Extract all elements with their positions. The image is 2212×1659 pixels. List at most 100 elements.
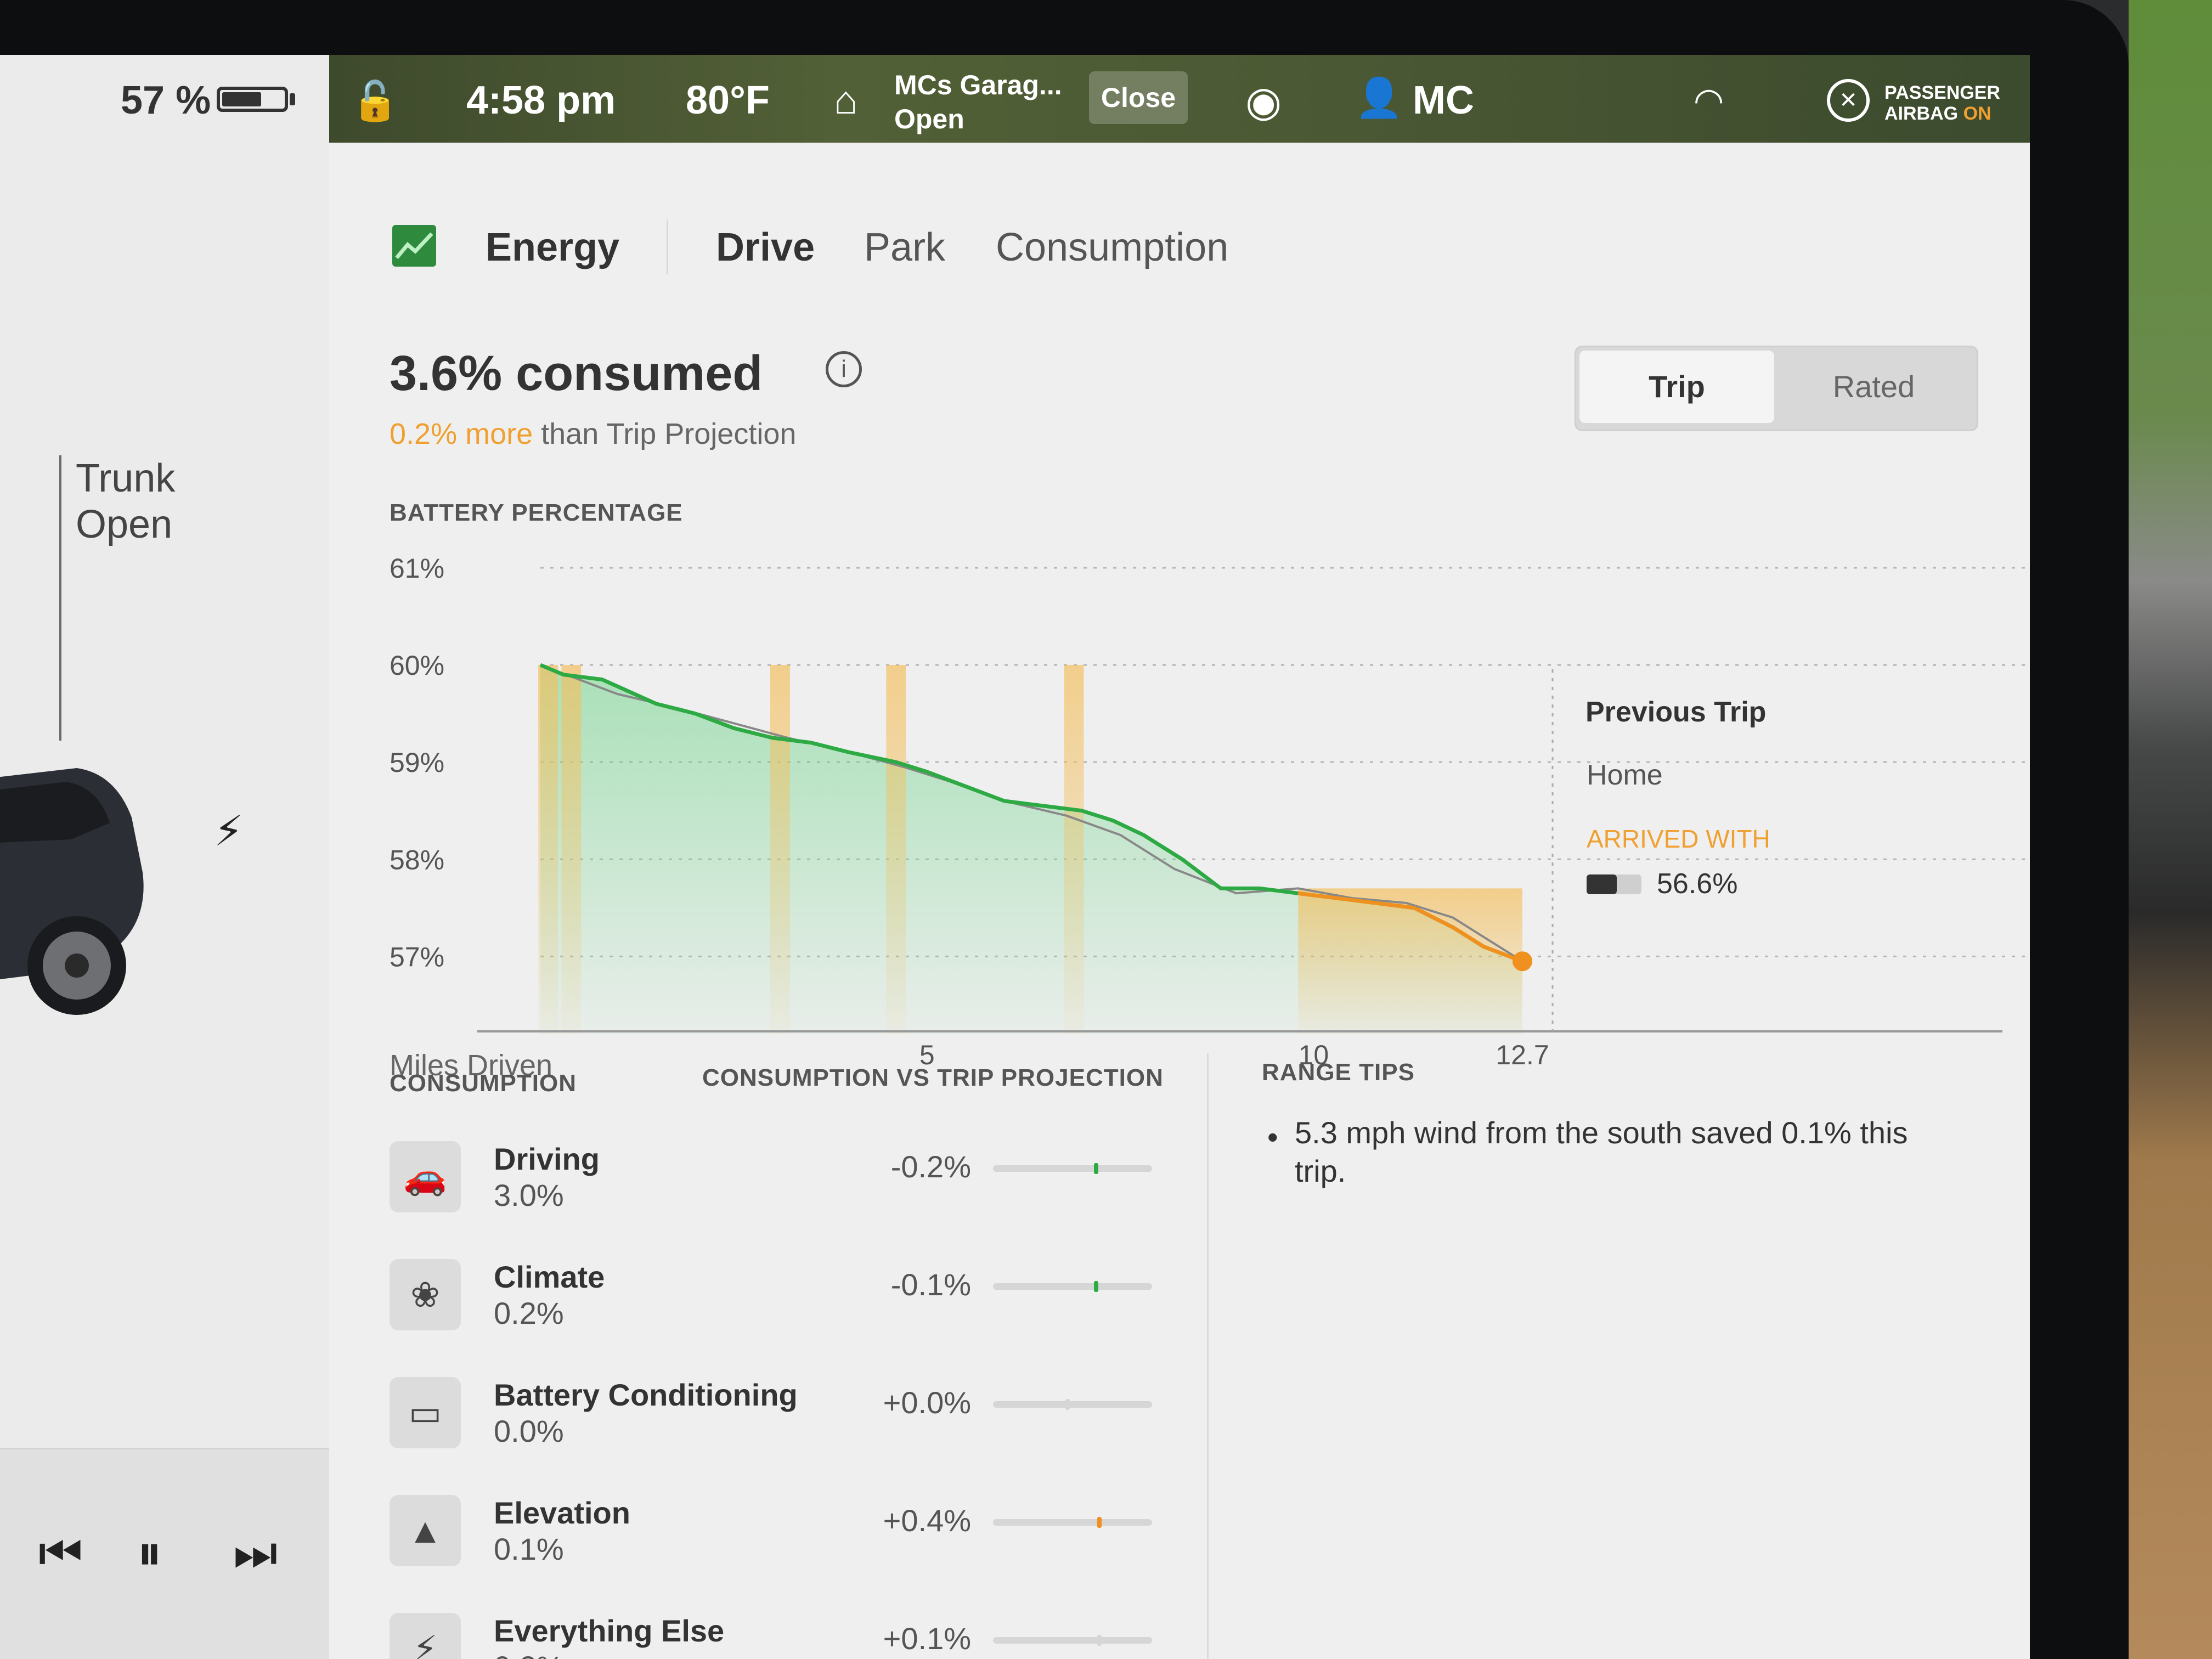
previous-trip-title: Previous Trip	[1585, 696, 1766, 728]
info-icon[interactable]: i	[826, 351, 862, 387]
consumption-row-percent: 0.2%	[494, 1296, 564, 1330]
previous-track-button[interactable]: ⏮	[38, 1525, 83, 1582]
battery-percentage-chart: 61%60%59%58%57% Miles Driven 5 10 12.7 Pre…	[390, 553, 2030, 1082]
passenger-airbag-icon: ✕	[1827, 79, 1870, 122]
car-icon: 🚗	[390, 1141, 461, 1212]
y-tick-label: 57%	[390, 941, 444, 972]
consumption-row-delta: +0.4%	[883, 1503, 971, 1538]
tab-consumption[interactable]: Consumption	[996, 225, 1228, 270]
consumption-row-tick	[1097, 1517, 1102, 1528]
consumption-row-tick	[1065, 1399, 1070, 1410]
battery-icon	[217, 87, 288, 112]
next-track-button[interactable]: ⏭	[233, 1525, 278, 1582]
column-divider	[1207, 1053, 1209, 1659]
garage-home-icon[interactable]: ⌂	[834, 78, 858, 123]
consumption-row-percent: 3.0%	[494, 1178, 564, 1212]
car-icon	[0, 768, 144, 1015]
battery-percent: 57 %	[121, 78, 211, 122]
passenger-airbag-status: PASSENGER AIRBAG ON	[1884, 82, 2000, 124]
arrived-battery-fill	[1587, 874, 1617, 894]
consumption-row-percent: 0.1%	[494, 1532, 564, 1566]
background-window-view	[2129, 0, 2212, 1659]
energy-app: Energy Drive Park Consumption 3.6% consu…	[329, 143, 2030, 1659]
tab-park[interactable]: Park	[864, 225, 945, 270]
consumption-row-bar	[993, 1281, 1152, 1292]
consumption-row-name: Everything Else	[494, 1613, 725, 1648]
consumption-row-bar	[993, 1517, 1152, 1528]
toggle-rated-button[interactable]: Rated	[1776, 351, 1971, 423]
projection-difference: 0.2% more	[390, 417, 533, 450]
trip-rated-toggle: Trip Rated	[1575, 346, 1978, 431]
airbag-state-prefix: AIRBAG	[1884, 103, 1959, 124]
y-tick-label: 58%	[390, 844, 444, 875]
garage-state: Open	[894, 104, 964, 134]
charging-bolt-icon: ⚡	[214, 808, 244, 855]
consumption-heading: CONSUMPTION	[390, 1070, 577, 1097]
consumption-row-delta: +0.0%	[883, 1385, 971, 1420]
consumption-vs-projection-heading: CONSUMPTION VS TRIP PROJECTION	[702, 1064, 1164, 1091]
consumption-row-percent: 0.0%	[494, 1414, 564, 1448]
user-profile-icon[interactable]: 👤	[1355, 76, 1403, 121]
consumption-row-bar	[993, 1163, 1152, 1174]
consumed-summary: 3.6% consumed	[390, 346, 763, 401]
previous-trip-destination: Home	[1587, 759, 1663, 791]
battery-icon: ▭	[390, 1377, 461, 1448]
chart-y-axis-title: BATTERY PERCENTAGE	[390, 499, 683, 526]
toggle-trip-button[interactable]: Trip	[1579, 351, 1774, 423]
clock: 4:58 pm	[466, 78, 616, 122]
consumption-row-tick	[1094, 1163, 1099, 1174]
battery-fill	[222, 92, 261, 106]
consumption-row-name: Climate	[494, 1260, 605, 1294]
range-tips-heading: RANGE TIPS	[1262, 1059, 1415, 1086]
consumption-row-bar	[993, 1399, 1152, 1410]
orange-band	[538, 665, 558, 1034]
airbag-state-value: ON	[1963, 103, 1991, 124]
range-tip: 5.3 mph wind from the south saved 0.1% t…	[1295, 1115, 1908, 1188]
consumption-row-tick	[1097, 1635, 1102, 1646]
y-axis-labels: 61% 60% 59% 58% 57%	[390, 553, 444, 972]
trunk-open-button[interactable]: Trunk Open	[76, 455, 175, 548]
consumption-row: ▲ Elevation 0.1% +0.4%	[390, 1495, 1180, 1594]
unlock-icon[interactable]: 🔓	[351, 79, 399, 124]
orange-segment-fill	[1298, 888, 1522, 1034]
fan-icon: ❀	[390, 1259, 461, 1330]
consumption-row-name: Driving	[494, 1142, 600, 1176]
airbag-state-line: AIRBAG ON	[1884, 103, 2000, 124]
consumption-row: ❀ Climate 0.2% -0.1%	[390, 1259, 1180, 1358]
user-profile-name[interactable]: MC	[1413, 78, 1474, 123]
outside-temperature: 80°F	[686, 78, 770, 122]
bolt-icon: ⚡	[390, 1613, 461, 1659]
trunk-indicator-line	[59, 455, 61, 741]
garage-close-button[interactable]: Close	[1089, 71, 1188, 124]
pause-button[interactable]: ⏸	[137, 1525, 162, 1582]
end-marker	[1513, 951, 1532, 972]
dashcam-icon[interactable]: ◉	[1245, 77, 1282, 126]
consumption-row-name: Battery Conditioning	[494, 1378, 798, 1412]
consumption-row-percent: 0.2%	[494, 1649, 564, 1659]
orange-band	[561, 665, 582, 1034]
previous-trip-arrived-value: 56.6%	[1657, 868, 1737, 900]
wifi-icon: ◠	[1695, 81, 1723, 120]
consumption-row-tick	[1094, 1281, 1099, 1292]
tab-separator	[667, 219, 668, 274]
y-tick-label: 61%	[390, 553, 444, 584]
x-tick-label: 12.7	[1496, 1040, 1549, 1070]
airbag-label: PASSENGER	[1884, 82, 2000, 103]
previous-trip-arrived-label: ARRIVED WITH	[1587, 825, 1770, 853]
tab-drive[interactable]: Drive	[716, 225, 815, 270]
mountain-icon: ▲	[390, 1495, 461, 1566]
consumption-row-delta: -0.2%	[890, 1149, 971, 1184]
garage-name: MCs Garag...	[894, 70, 1062, 100]
consumption-row: ▭ Battery Conditioning 0.0% +0.0%	[390, 1377, 1180, 1476]
energy-title: Energy	[486, 225, 620, 269]
energy-app-icon	[392, 225, 436, 267]
status-bar: 🔓 4:58 pm 80°F ⌂ MCs Garag... Open Close…	[329, 55, 2030, 143]
consumption-row-delta: -0.1%	[890, 1267, 971, 1302]
garage-status[interactable]: MCs Garag... Open	[894, 68, 1062, 136]
consumption-row: 🚗 Driving 3.0% -0.2%	[390, 1141, 1180, 1240]
projection-text: than Trip Projection	[533, 417, 797, 450]
consumption-row-name: Elevation	[494, 1496, 630, 1530]
projection-comparison: 0.2% more than Trip Projection	[390, 417, 796, 451]
vehicle-panel: 57 % Trunk Open ⚡ ⏮ ⏸ ⏭	[0, 55, 330, 1659]
orange-band	[886, 665, 906, 1034]
